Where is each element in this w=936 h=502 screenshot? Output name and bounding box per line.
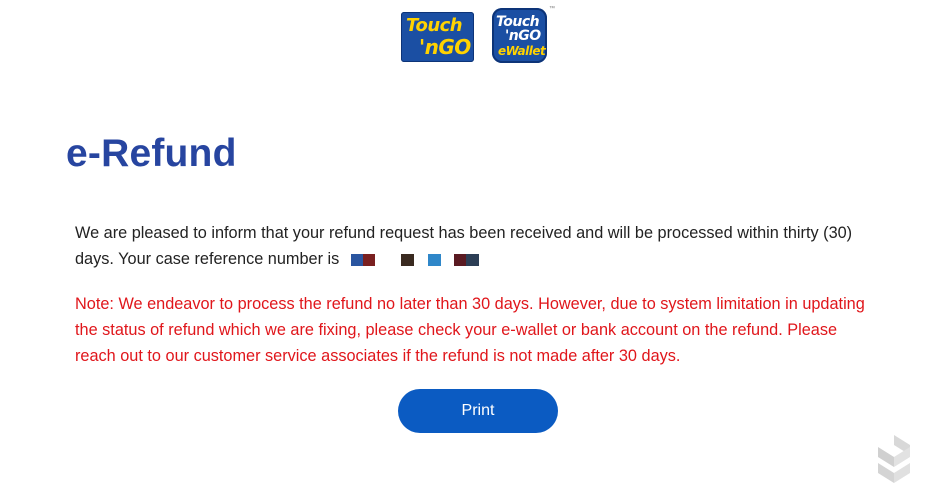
tng-logo-line1: Touch bbox=[406, 15, 463, 36]
touch-n-go-logo: Touch 'nGO bbox=[401, 12, 474, 62]
refund-note: Note: We endeavor to process the refund … bbox=[75, 295, 865, 365]
redaction-block bbox=[401, 253, 415, 266]
touch-n-go-ewallet-logo: Touch 'nGO eWallet bbox=[492, 8, 547, 63]
soyacincau-logo-icon bbox=[878, 435, 910, 483]
ewallet-logo-line2: 'nGO bbox=[505, 28, 541, 44]
redaction-block bbox=[363, 253, 376, 266]
redaction-block bbox=[428, 253, 442, 266]
logo-bar: Touch 'nGO Touch 'nGO eWallet ™ bbox=[0, 6, 936, 68]
ewallet-logo-line3: eWallet bbox=[498, 44, 546, 58]
page-title: e-Refund bbox=[66, 132, 237, 175]
redaction-block bbox=[466, 253, 480, 266]
tng-logo-line2: 'nGO bbox=[419, 35, 471, 59]
print-button[interactable]: Print bbox=[398, 389, 558, 433]
case-reference-number-redacted bbox=[343, 253, 480, 267]
trademark-mark: ™ bbox=[549, 6, 555, 12]
e-refund-page: Touch 'nGO Touch 'nGO eWallet ™ e-Refund… bbox=[0, 0, 936, 502]
refund-confirmation-message: We are pleased to inform that your refun… bbox=[75, 220, 875, 272]
